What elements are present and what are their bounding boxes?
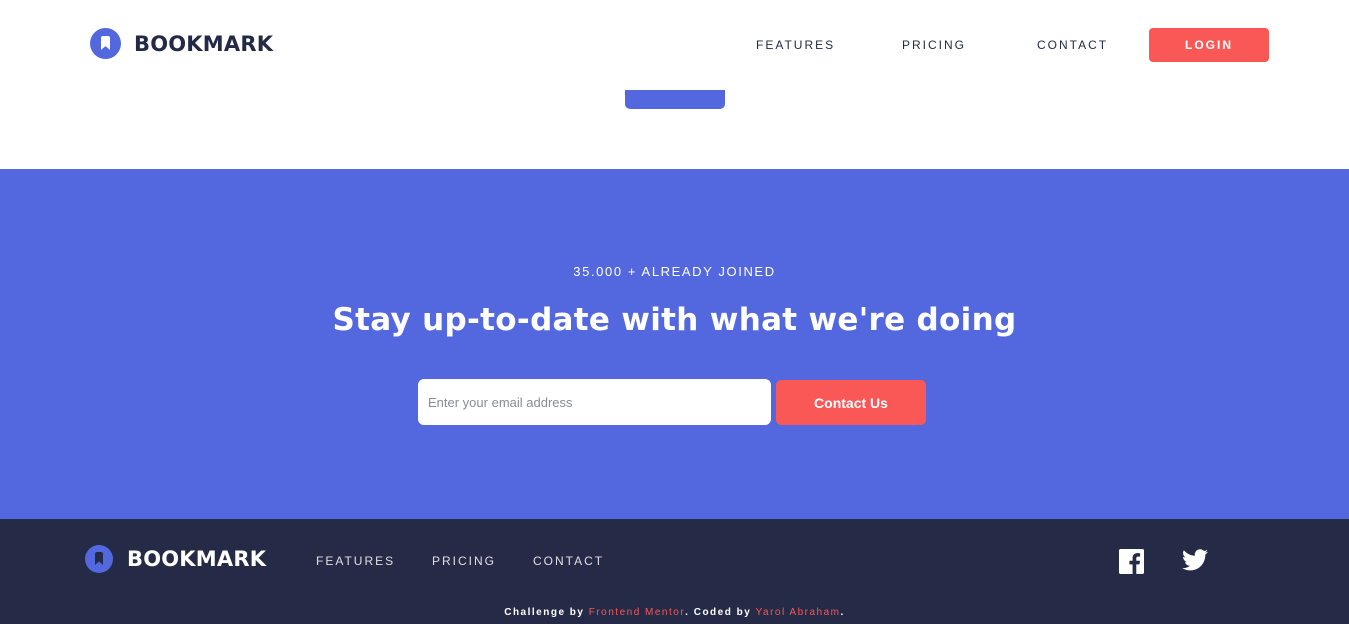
frontend-mentor-link[interactable]: Frontend Mentor [589, 607, 685, 618]
footer-link-pricing[interactable]: PRICING [432, 554, 496, 568]
brand-logo[interactable]: BOOKMARK [90, 28, 273, 59]
newsletter-heading: Stay up-to-date with what we're doing [332, 302, 1017, 338]
credits-suffix: . [840, 607, 845, 618]
footer-brand-name: BOOKMARK [127, 547, 267, 571]
twitter-icon[interactable] [1182, 549, 1208, 574]
footer-link-contact[interactable]: CONTACT [533, 554, 604, 568]
brand-name: BOOKMARK [134, 31, 274, 56]
footer-link-features[interactable]: FEATURES [316, 554, 395, 568]
site-footer: BOOKMARK FEATURES PRICING CONTACT Challe… [0, 519, 1349, 624]
footer-brand-logo[interactable]: BOOKMARK [85, 545, 266, 573]
nav-link-contact[interactable]: CONTACT [1037, 38, 1108, 52]
email-input[interactable] [418, 379, 771, 425]
credits-middle: . Coded by [685, 607, 756, 618]
bookmark-icon [90, 28, 121, 59]
author-link[interactable]: Yarol Abraham [756, 607, 841, 618]
joined-count-label: 35.000 + ALREADY JOINED [573, 264, 776, 279]
nav-link-features[interactable]: FEATURES [756, 38, 835, 52]
site-header: BOOKMARK FEATURES PRICING CONTACT LOGIN [0, 0, 1349, 90]
credits-prefix: Challenge by [504, 607, 589, 618]
contact-us-button[interactable]: Contact Us [776, 380, 926, 425]
facebook-icon[interactable] [1119, 549, 1144, 574]
bookmark-icon [85, 545, 113, 573]
login-button[interactable]: LOGIN [1149, 28, 1269, 62]
nav-link-pricing[interactable]: PRICING [902, 38, 966, 52]
footer-credits: Challenge by Frontend Mentor. Coded by Y… [0, 607, 1349, 618]
newsletter-section: 35.000 + ALREADY JOINED Stay up-to-date … [0, 169, 1349, 519]
